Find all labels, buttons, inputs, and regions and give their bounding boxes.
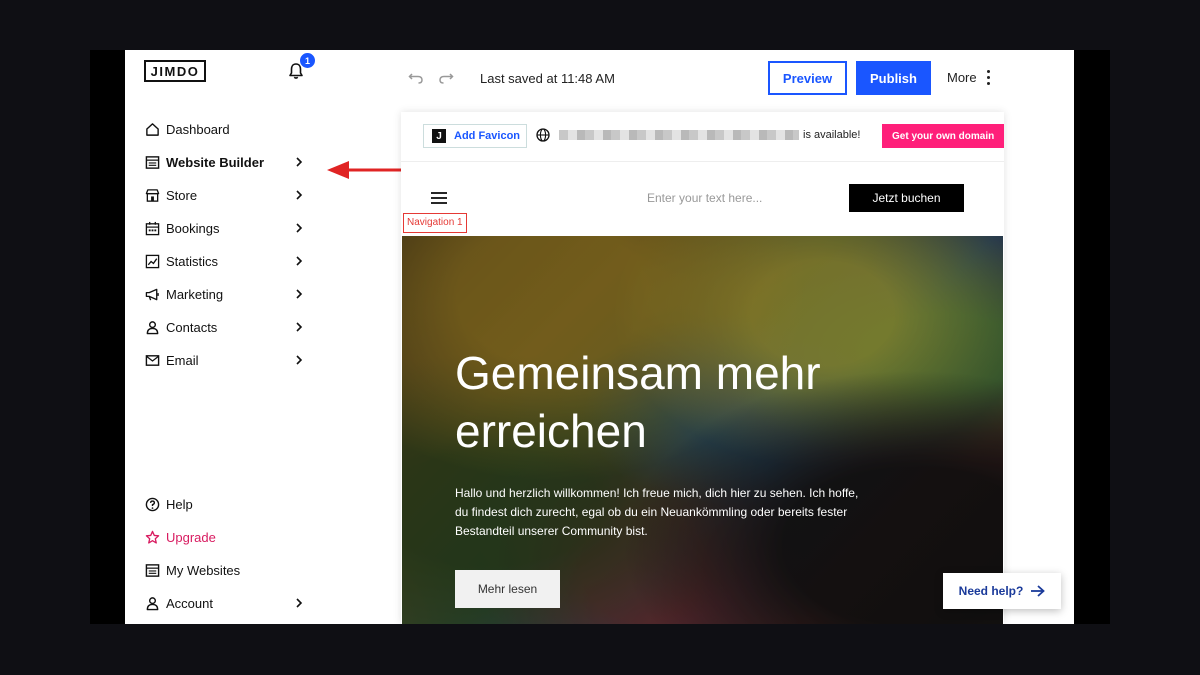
chevron-right-icon bbox=[296, 190, 303, 200]
chevron-right-icon bbox=[296, 256, 303, 266]
sidebar-item-label: Account bbox=[166, 595, 213, 611]
hero-title[interactable]: Gemeinsam mehr erreichen bbox=[455, 344, 895, 460]
sidebar-item-label: Upgrade bbox=[166, 529, 216, 545]
read-more-button[interactable]: Mehr lesen bbox=[455, 570, 560, 608]
more-menu-button[interactable]: More bbox=[947, 70, 990, 85]
sidebar-item-bookings[interactable]: Bookings bbox=[145, 217, 305, 239]
globe-icon bbox=[536, 128, 550, 142]
sidebar-item-marketing[interactable]: Marketing bbox=[145, 283, 305, 305]
chevron-right-icon bbox=[296, 355, 303, 365]
sidebar-item-label: Email bbox=[166, 352, 199, 368]
star-icon bbox=[145, 530, 160, 544]
notification-badge: 1 bbox=[300, 53, 315, 68]
navigation-label-tag: Navigation 1 bbox=[403, 213, 467, 233]
screenshot-frame: JIMDO 1 Last saved at 11:48 AM Preview P… bbox=[90, 50, 1110, 624]
sidebar-item-label: Website Builder bbox=[166, 154, 265, 170]
undo-icon[interactable] bbox=[408, 69, 424, 85]
book-now-button[interactable]: Jetzt buchen bbox=[849, 184, 964, 212]
hero-body-text[interactable]: Hallo und herzlich willkommen! Ich freue… bbox=[455, 484, 865, 541]
chevron-right-icon bbox=[296, 223, 303, 233]
sidebar-item-label: Bookings bbox=[166, 220, 220, 236]
chevron-right-icon bbox=[296, 598, 303, 608]
website-preview-canvas: J Add Favicon is available! Get your own… bbox=[401, 112, 1004, 624]
chevron-right-icon bbox=[296, 157, 303, 167]
sidebar-item-contacts[interactable]: Contacts bbox=[145, 316, 305, 338]
editable-text-placeholder[interactable]: Enter your text here... bbox=[647, 191, 762, 205]
calendar-icon bbox=[145, 221, 160, 235]
chevron-right-icon bbox=[296, 289, 303, 299]
redacted-domain-name bbox=[559, 130, 799, 140]
preview-button[interactable]: Preview bbox=[768, 61, 847, 95]
websites-icon bbox=[145, 563, 160, 577]
jimdo-editor: JIMDO 1 Last saved at 11:48 AM Preview P… bbox=[125, 50, 1074, 624]
redo-icon[interactable] bbox=[438, 69, 454, 85]
person-icon bbox=[146, 320, 159, 334]
domain-bar: J Add Favicon is available! Get your own… bbox=[401, 112, 1004, 162]
sidebar-item-my-websites[interactable]: My Websites bbox=[145, 559, 305, 581]
sidebar-item-account[interactable]: Account bbox=[145, 592, 305, 614]
jimdo-logo[interactable]: JIMDO bbox=[144, 60, 206, 82]
envelope-icon bbox=[145, 354, 160, 366]
add-favicon-button[interactable]: J Add Favicon bbox=[423, 124, 527, 148]
hero-section[interactable]: Gemeinsam mehr erreichen Hallo und herzl… bbox=[402, 236, 1003, 624]
sidebar-item-email[interactable]: Email bbox=[145, 349, 305, 371]
sidebar-item-label: Statistics bbox=[166, 253, 219, 269]
site-navigation-bar: Navigation 1 Enter your text here... Jet… bbox=[401, 162, 1004, 236]
chart-icon bbox=[145, 254, 160, 268]
sidebar-item-website-builder[interactable]: Website Builder bbox=[145, 151, 305, 173]
hamburger-menu-icon[interactable] bbox=[431, 192, 447, 204]
add-favicon-label: Add Favicon bbox=[454, 130, 521, 142]
sidebar-item-dashboard[interactable]: Dashboard bbox=[145, 118, 305, 140]
sidebar-item-label: Help bbox=[166, 496, 193, 512]
sidebar-item-label: Store bbox=[166, 187, 198, 203]
sidebar-item-statistics[interactable]: Statistics bbox=[145, 250, 305, 272]
sidebar-item-label: Marketing bbox=[166, 286, 224, 302]
sidebar-item-help[interactable]: Help bbox=[145, 493, 305, 515]
sidebar-item-label: Contacts bbox=[166, 319, 218, 335]
kebab-icon bbox=[986, 70, 990, 85]
chevron-right-icon bbox=[296, 322, 303, 332]
help-icon bbox=[145, 497, 160, 511]
jimdo-j-icon: J bbox=[432, 129, 446, 143]
sidebar-item-store[interactable]: Store bbox=[145, 184, 305, 206]
get-domain-button[interactable]: Get your own domain bbox=[882, 124, 1004, 148]
need-help-label: Need help? bbox=[958, 584, 1024, 598]
store-icon bbox=[145, 188, 160, 202]
need-help-button[interactable]: Need help? bbox=[943, 573, 1061, 609]
sidebar-item-label: Dashboard bbox=[166, 121, 230, 137]
more-label: More bbox=[947, 70, 977, 85]
home-icon bbox=[146, 122, 159, 136]
last-saved-status: Last saved at 11:48 AM bbox=[480, 71, 615, 86]
person-icon bbox=[146, 596, 159, 610]
domain-available-text: is available! bbox=[803, 129, 861, 141]
megaphone-icon bbox=[145, 288, 159, 300]
arrow-right-icon bbox=[1031, 585, 1046, 597]
publish-button[interactable]: Publish bbox=[856, 61, 931, 95]
sidebar-item-label: My Websites bbox=[166, 562, 241, 578]
sidebar-item-upgrade[interactable]: Upgrade bbox=[145, 526, 305, 548]
layout-icon bbox=[145, 155, 160, 169]
